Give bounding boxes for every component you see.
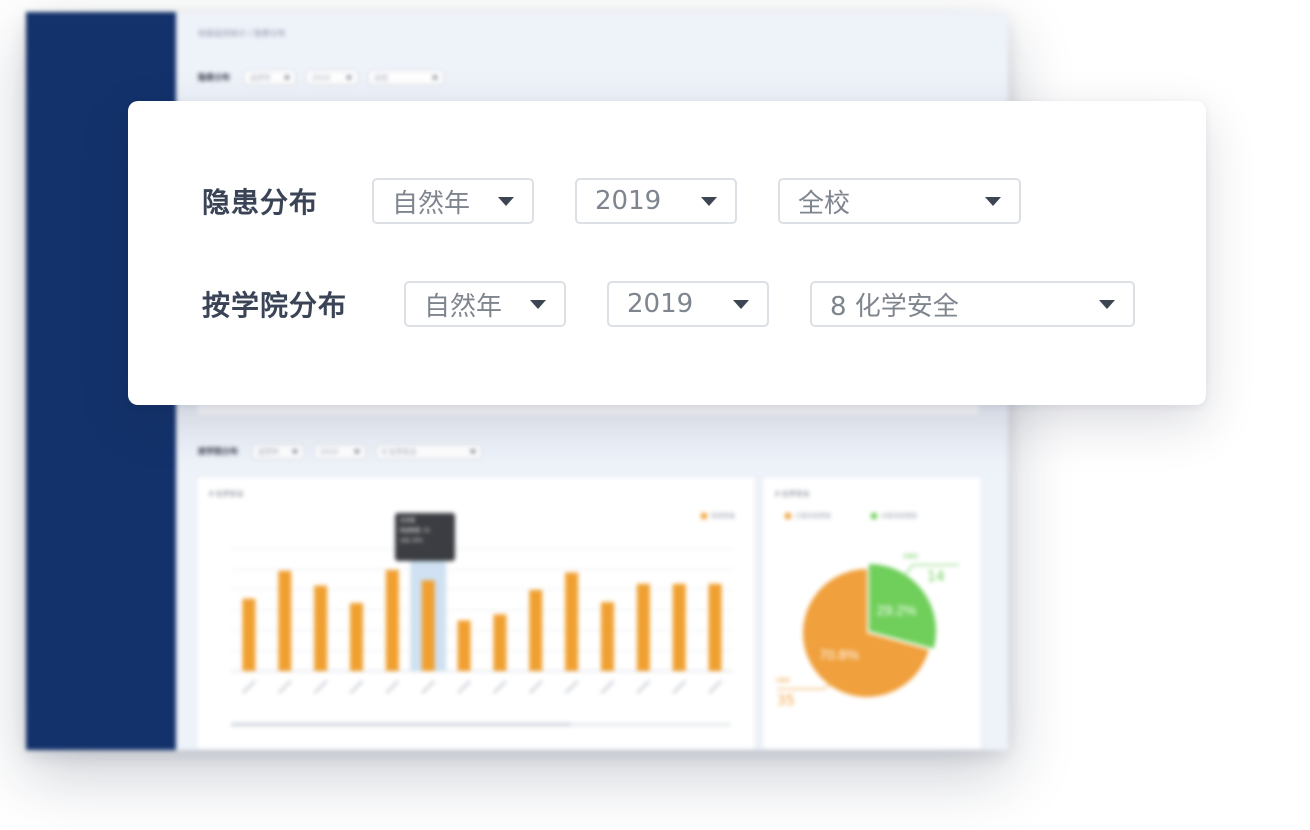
pie-chart-card: 8 化学安全 已整改隐患数 未整改隐患数 70.8% 29.2% 未整改 14 已… — [762, 476, 982, 750]
chart-tooltip: 化学楼 隐患数量: 10 占比 10% — [395, 513, 455, 561]
filter-card: 隐患分布 自然年 2019 全校 按学院分布 自然年 2019 8 化学安全 — [128, 101, 1206, 405]
bg-filter-label: 隐患分布 — [198, 73, 230, 82]
pie-chart: 70.8% 29.2% — [777, 564, 959, 697]
select-value: 自然年 — [392, 188, 471, 219]
bg-scope-select[interactable]: 8 化学安全 — [376, 444, 482, 459]
chevron-down-icon — [530, 299, 546, 309]
bar — [529, 589, 543, 671]
bg-filter-label: 按学院分布 — [198, 447, 238, 456]
select-value: 2019 — [595, 186, 662, 216]
bar-chart — [231, 541, 733, 694]
chevron-down-icon — [733, 299, 749, 309]
chevron-down-icon — [701, 196, 717, 206]
chevron-down-icon — [292, 449, 298, 454]
x-tick-label — [385, 680, 400, 694]
pie-callout-label: 已整改 — [775, 678, 791, 684]
chevron-down-icon — [470, 449, 476, 454]
filter-label-hazard-distribution: 隐患分布 — [202, 186, 319, 219]
bar — [672, 583, 686, 671]
select-value: 8 化学安全 — [830, 291, 959, 322]
x-tick-label — [278, 680, 292, 694]
breadcrumb: 校级监控统计 / 隐患分布 — [198, 29, 286, 38]
bar — [421, 580, 435, 671]
chevron-down-icon — [498, 196, 514, 206]
x-tick-label — [600, 680, 615, 694]
tooltip-line: 占比 10% — [400, 538, 423, 544]
select-value: 2019 — [627, 289, 694, 319]
bar — [565, 572, 579, 671]
bar — [385, 569, 399, 671]
bar — [242, 598, 256, 671]
x-tick-label — [564, 680, 579, 694]
bg-period-select[interactable]: 自然年 — [244, 70, 296, 85]
pie-slice-label: 70.8% — [819, 646, 859, 662]
chevron-down-icon — [346, 75, 352, 80]
chart-scrollbar[interactable] — [231, 723, 731, 726]
tooltip-title: 化学楼 — [400, 518, 416, 524]
bar — [278, 570, 292, 671]
chart-scrollbar-thumb[interactable] — [231, 723, 571, 726]
scope-select[interactable]: 全校 — [778, 178, 1021, 224]
bar — [636, 583, 650, 671]
bg-filter-row-college: 按学院分布 自然年 2019 8 化学安全 — [198, 444, 482, 459]
bar — [601, 602, 614, 671]
pie-slice-label: 29.2% — [877, 602, 917, 618]
x-tick-label — [421, 680, 435, 694]
bar-chart-card: 8 化学安全 隐患数量 化学楼 隐患数量: 10 占比 10% — [196, 476, 756, 750]
bar — [350, 603, 363, 671]
filter-label-by-college: 按学院分布 — [202, 289, 348, 322]
select-value: 全校 — [798, 188, 851, 219]
bar — [457, 620, 471, 671]
bg-filter-row-top: 隐患分布 自然年 2019 全校 — [198, 70, 444, 85]
x-tick-label — [708, 680, 722, 694]
year-select[interactable]: 2019 — [575, 178, 737, 224]
x-tick-label — [349, 680, 364, 694]
bg-scope-select[interactable]: 全校 — [368, 70, 444, 85]
x-tick-label — [313, 680, 328, 694]
x-tick-label — [529, 680, 543, 694]
pie-callout-value: 35 — [777, 693, 795, 709]
pie-callout-value: 14 — [927, 569, 945, 585]
select-value: 自然年 — [424, 291, 503, 322]
bg-period-select[interactable]: 自然年 — [252, 444, 304, 459]
chevron-down-icon — [432, 75, 438, 80]
period-select[interactable]: 自然年 — [372, 178, 534, 224]
bar — [708, 583, 722, 671]
x-tick-label — [636, 680, 651, 694]
pie-callout-label: 未整改 — [903, 554, 919, 560]
bg-year-select[interactable]: 2019 — [306, 70, 358, 85]
chevron-down-icon — [1099, 299, 1115, 309]
x-tick-label — [672, 680, 686, 694]
tooltip-line: 隐患数量: 10 — [400, 528, 430, 534]
college-year-select[interactable]: 2019 — [607, 281, 769, 327]
x-tick-label — [457, 680, 471, 694]
x-tick-label — [493, 680, 507, 694]
x-tick-label — [242, 680, 256, 694]
chevron-down-icon — [985, 196, 1001, 206]
college-scope-select[interactable]: 8 化学安全 — [810, 281, 1135, 327]
chevron-down-icon — [354, 449, 360, 454]
bar — [314, 585, 328, 671]
bg-year-select[interactable]: 2019 — [314, 444, 366, 459]
bar — [493, 614, 507, 671]
college-period-select[interactable]: 自然年 — [404, 281, 566, 327]
chevron-down-icon — [284, 75, 290, 80]
